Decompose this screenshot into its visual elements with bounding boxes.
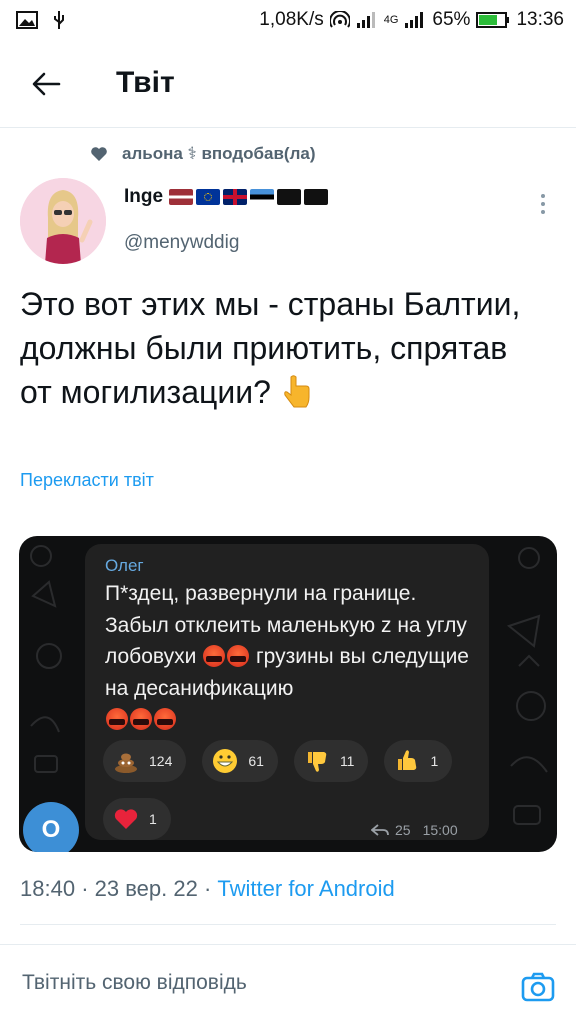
black-flag-icon-2 [304, 189, 329, 205]
grin-emoji-icon [212, 748, 238, 774]
status-right: 1,08K/s 4G 65% 13:36 [259, 9, 564, 31]
battery-icon [476, 11, 510, 29]
network-speed: 1,08K/s [259, 9, 324, 30]
angry-emoji-icon [227, 645, 250, 667]
chat-avatar: О [23, 802, 79, 852]
status-left [16, 10, 66, 30]
heart-icon [91, 147, 107, 161]
angry-emoji-icon [130, 708, 152, 730]
tweet-text: Это вот этих мы - страны Балтии, должны … [20, 282, 540, 420]
angry-emoji-icon [203, 645, 226, 667]
signal-icon [356, 11, 378, 29]
hotspot-icon [329, 11, 350, 29]
reaction-count: 61 [248, 753, 264, 769]
tweet-body: Это вот этих мы - страны Балтии, должны … [20, 286, 521, 410]
reaction-count: 1 [430, 753, 439, 769]
tweet-source-link[interactable]: Twitter for Android [217, 876, 394, 901]
reaction-count: 1 [149, 811, 157, 827]
social-context[interactable]: альона ⚕ вподобав(ла) [90, 144, 316, 164]
poop-emoji-icon [113, 748, 139, 774]
angry-emoji-icon [154, 708, 176, 730]
clock: 13:36 [516, 9, 564, 30]
author-handle[interactable]: @menywddig [124, 232, 239, 254]
reaction-grin[interactable]: 61 [202, 740, 278, 782]
reply-composer: Твітніть свою відповідь [0, 944, 576, 1024]
chat-message-meta: 25 15:00 [371, 822, 458, 838]
status-bar: 1,08K/s 4G 65% 13:36 [0, 0, 576, 40]
estonia-flag-icon [250, 189, 275, 205]
meta-separator: · [81, 876, 95, 901]
angry-emoji-icon [106, 708, 128, 730]
tweet-timestamp: 18:40 · 23 вер. 22 · Twitter for Android [20, 876, 395, 902]
reaction-heart[interactable]: 1 [103, 798, 171, 840]
latvia-flag-icon [169, 189, 194, 205]
chat-message-bubble: Олег П*здец, развернули на границе. Забы… [85, 544, 489, 840]
bitmoji-avatar-icon [20, 178, 106, 264]
forward-count: 25 [395, 822, 411, 838]
reaction-row: 124 61 11 1 [103, 740, 453, 782]
reaction-thumbs-up[interactable]: 1 [384, 740, 453, 782]
author-avatar[interactable] [20, 178, 106, 264]
social-context-text: альона ⚕ вподобав(ла) [122, 144, 316, 163]
reaction-poop[interactable]: 124 [103, 740, 187, 782]
tweet-media[interactable]: Олег П*здец, развернули на границе. Забы… [19, 536, 557, 852]
black-flag-icon [277, 189, 302, 205]
author-name[interactable]: Inge [124, 186, 163, 208]
heart-emoji-icon [113, 806, 139, 832]
arrow-left-icon [32, 72, 61, 96]
meta-separator: · [203, 876, 218, 901]
app-header: Твіт [0, 40, 576, 128]
chat-sender: Олег [105, 556, 144, 575]
signal-icon-2 [404, 11, 426, 29]
translate-tweet-link[interactable]: Перекласти твіт [20, 470, 154, 491]
network-type: 4G [383, 14, 399, 26]
reaction-count: 11 [339, 753, 355, 769]
image-notification-icon [16, 11, 38, 29]
message-time: 15:00 [422, 822, 458, 838]
reaction-thumbs-down[interactable]: 11 [293, 740, 369, 782]
author-name-row: Inge [124, 186, 329, 208]
usb-icon [52, 10, 66, 30]
camera-button[interactable] [520, 969, 556, 1005]
eu-flag-icon [196, 189, 221, 205]
reply-input[interactable]: Твітніть свою відповідь [22, 971, 482, 1001]
camera-icon [521, 972, 555, 1002]
forward-icon [371, 824, 389, 836]
battery-percent: 65% [432, 9, 471, 30]
divider [20, 924, 556, 925]
uk-flag-icon [223, 189, 248, 205]
thumbs-up-emoji-icon [394, 748, 420, 774]
pointing-down-icon [282, 375, 312, 420]
page-title: Твіт [116, 66, 175, 99]
tweet-date: 23 вер. 22 [94, 876, 198, 901]
back-button[interactable] [26, 64, 66, 104]
more-options-button[interactable] [530, 190, 556, 218]
reaction-count: 124 [149, 753, 173, 769]
tweet-time: 18:40 [20, 876, 76, 901]
chat-message-text: П*здец, развернули на границе. Забыл отк… [105, 578, 475, 736]
flag-emojis [169, 189, 329, 205]
thumbs-down-emoji-icon [304, 748, 330, 774]
more-vertical-icon [541, 194, 545, 214]
